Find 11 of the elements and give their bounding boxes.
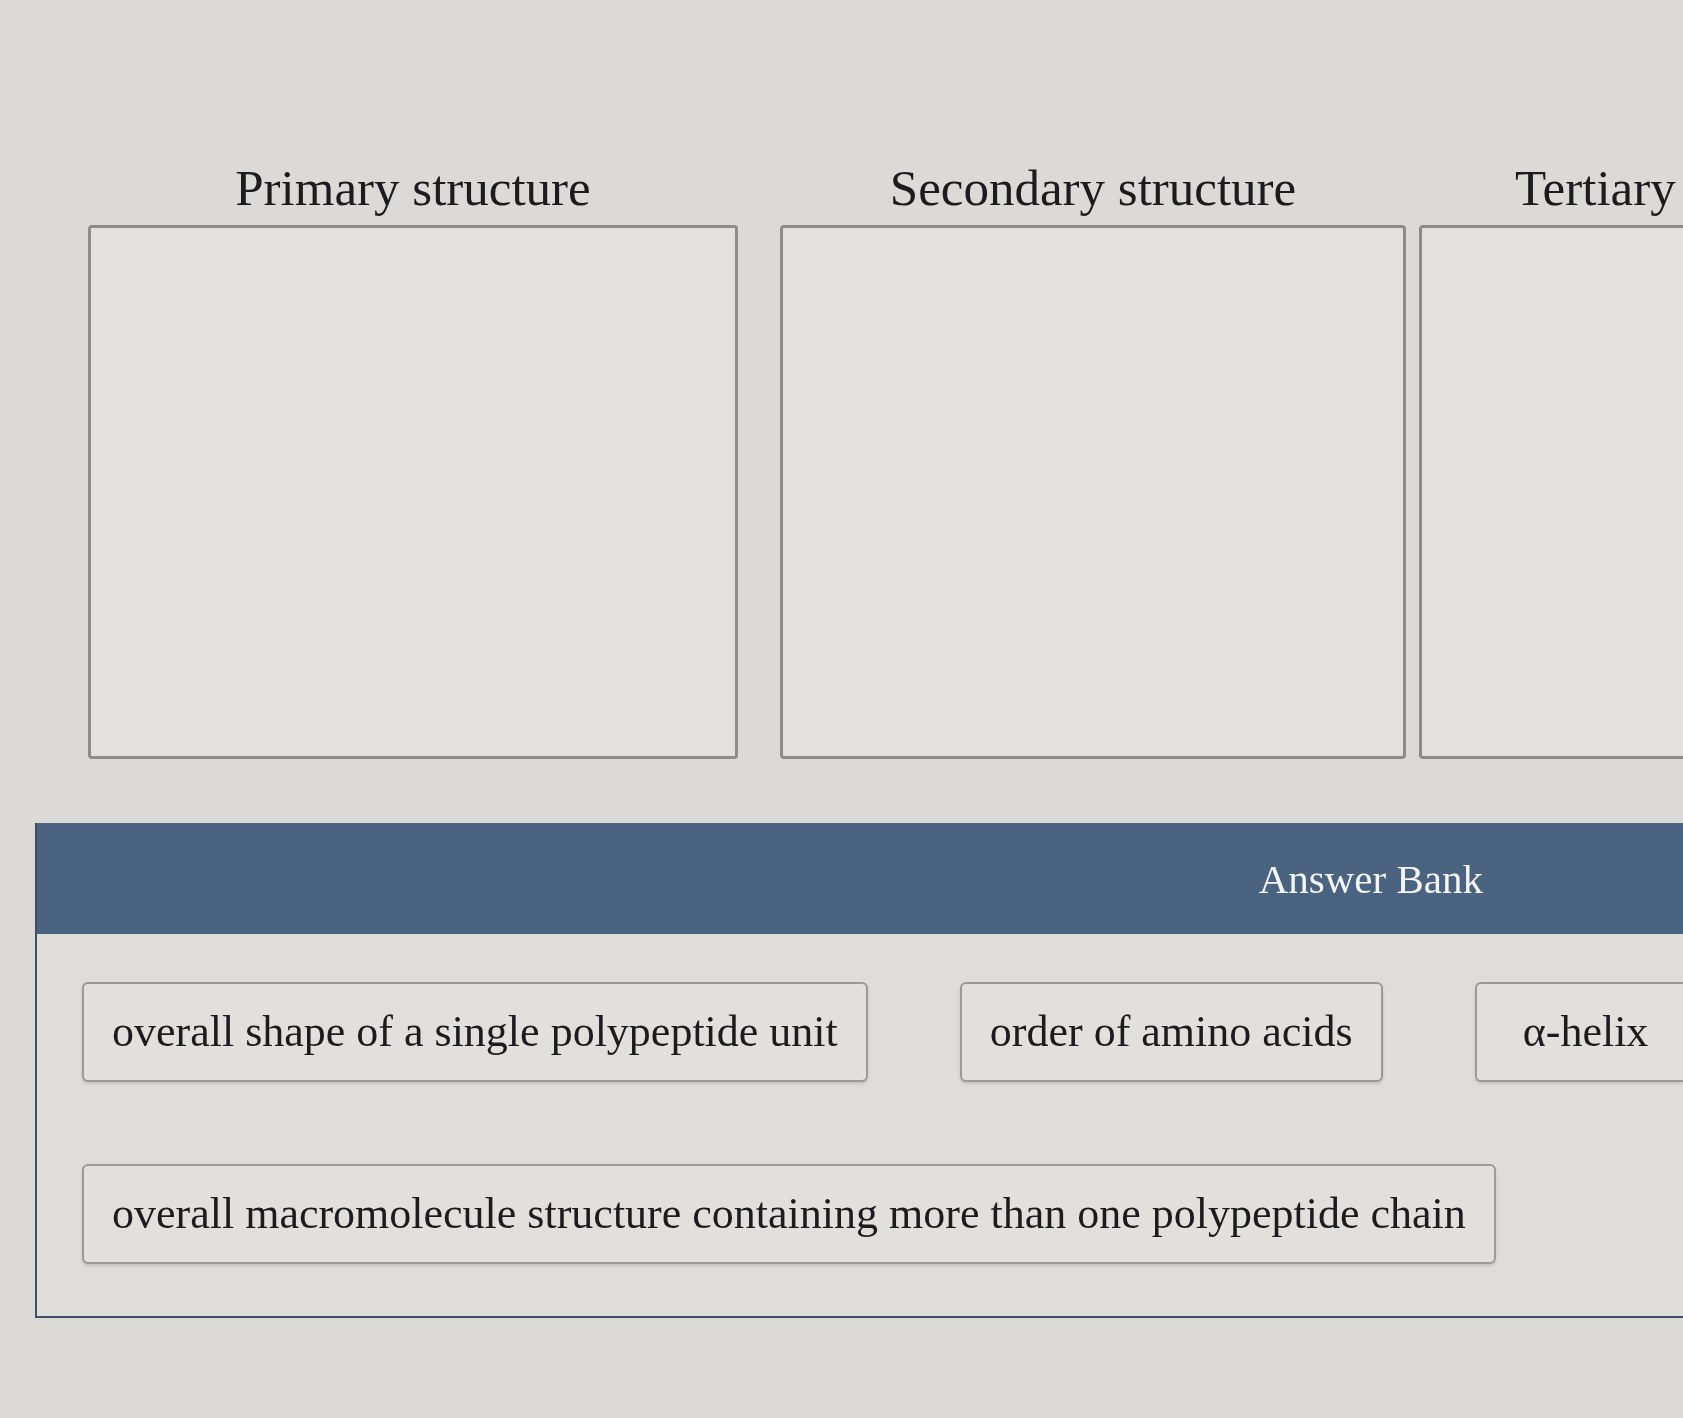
answer-chip[interactable]: order of amino acids <box>959 982 1383 1082</box>
category-label: Secondary structure <box>889 159 1297 218</box>
drop-zone[interactable] <box>1419 225 1683 759</box>
category-label: Tertiary <box>1515 159 1676 218</box>
answer-chip[interactable]: overall shape of a single polypeptide unit <box>82 982 868 1082</box>
answer-bank-title: Answer Bank <box>1258 854 1483 903</box>
answer-chip[interactable]: α-helix <box>1474 982 1683 1082</box>
drop-zone[interactable] <box>88 225 738 759</box>
drop-zone[interactable] <box>780 225 1406 759</box>
answer-chip[interactable]: overall macromolecule structure containing more than one polypeptide chain <box>82 1164 1496 1264</box>
category-label: Primary structure <box>235 159 591 218</box>
